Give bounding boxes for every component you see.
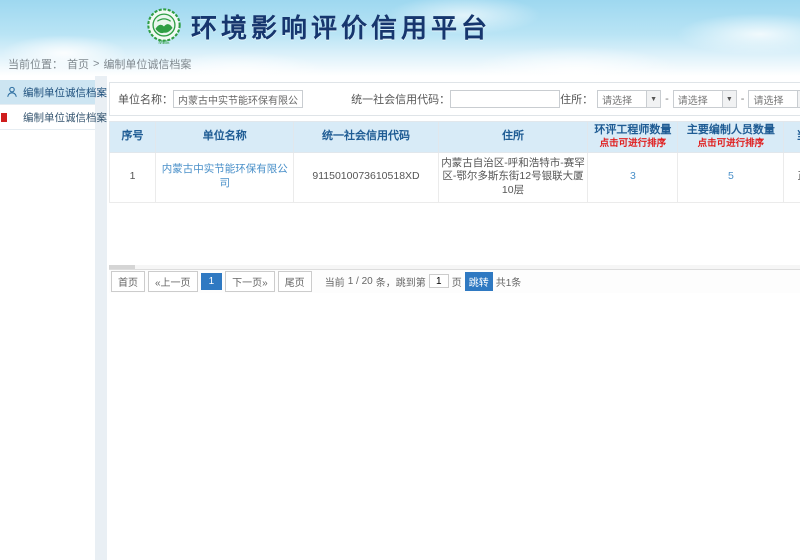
jump-button[interactable]: 跳转	[465, 272, 493, 291]
person-icon	[6, 86, 18, 98]
sidebar-item-label: 编制单位诚信档案	[23, 85, 107, 100]
residence-label: 住所：	[560, 91, 593, 107]
breadcrumb-prefix: 当前位置：	[8, 56, 63, 72]
sidebar-item-unit-credit-archive[interactable]: 编制单位诚信档案	[0, 105, 95, 130]
results-table: 序号 单位名称 统一社会信用代码 住所 环评工程师数量 点击可进行排序 主要编制…	[109, 121, 800, 203]
engineer-count-link[interactable]: 3	[630, 170, 636, 182]
red-bookmark-icon	[1, 113, 7, 122]
table-header-row: 序号 单位名称 统一社会信用代码 住所 环评工程师数量 点击可进行排序 主要编制…	[110, 122, 800, 153]
current-page-button[interactable]: 1	[201, 273, 223, 290]
pagination-total: 共1条	[496, 274, 522, 289]
cell-status: 正常公开	[784, 152, 800, 202]
table-row: 1 内蒙古中实节能环保有限公司 9115010073610518XD 内蒙古自治…	[110, 152, 800, 202]
cell-index: 1	[110, 152, 156, 202]
credit-code-label: 统一社会信用代码：	[351, 91, 450, 107]
breadcrumb-home-link[interactable]: 首页	[67, 56, 89, 72]
col-header-engineer-count-sortable[interactable]: 环评工程师数量 点击可进行排序	[588, 122, 678, 153]
pagination-current-label: 当前	[325, 274, 345, 289]
chevron-down-icon: ▼	[646, 91, 660, 107]
page-title: 环境影响评价信用平台	[191, 8, 491, 45]
district-select[interactable]: 请选择 ▼	[748, 90, 800, 108]
unit-name-label: 单位名称：	[118, 91, 173, 107]
first-page-button[interactable]: 首页	[111, 271, 145, 292]
sort-hint: 点击可进行排序	[589, 138, 676, 150]
sidebar: 编制单位诚信档案 编制单位诚信档案	[0, 76, 95, 560]
breadcrumb-current: 编制单位诚信档案	[103, 56, 191, 72]
scrollbar-thumb[interactable]	[109, 265, 135, 269]
jump-page-input[interactable]	[429, 274, 449, 288]
sort-hint: 点击可进行排序	[679, 138, 782, 150]
sidebar-divider	[95, 76, 107, 560]
svg-text:MEE: MEE	[158, 40, 170, 45]
cell-address: 内蒙古自治区-呼和浩特市-赛罕区-鄂尔多斯东街12号银联大厦10层	[438, 152, 588, 202]
city-select[interactable]: 请选择 ▼	[673, 90, 737, 108]
breadcrumb: 当前位置： 首页 > 编制单位诚信档案	[8, 56, 191, 72]
next-page-button[interactable]: 下一页»	[225, 271, 275, 292]
staff-count-link[interactable]: 5	[728, 170, 734, 182]
last-page-button[interactable]: 尾页	[278, 271, 312, 292]
cell-credit-code: 9115010073610518XD	[294, 152, 438, 202]
select-separator: -	[741, 93, 745, 105]
col-header-index: 序号	[110, 122, 156, 153]
province-select[interactable]: 请选择 ▼	[597, 90, 661, 108]
col-header-address: 住所	[438, 122, 588, 153]
horizontal-scrollbar[interactable]	[109, 265, 800, 269]
residence-filter-group: 住所： 请选择 ▼ - 请选择 ▼ - 请选择 ▼	[560, 90, 800, 108]
breadcrumb-separator: >	[93, 58, 99, 70]
pagination-page-word: 页	[452, 274, 462, 289]
pagination-bar: 首页 «上一页 1 下一页» 尾页 当前 1 / 20 条，跳到第 页 跳转 共…	[109, 269, 800, 293]
pagination-after-fraction: 条，跳到第	[376, 274, 426, 289]
pagination-fraction: 1 / 20	[348, 276, 373, 287]
filter-bar: 单位名称： 统一社会信用代码： 住所： 请选择 ▼ - 请选择 ▼ - 请选择	[109, 82, 800, 116]
top-banner: MEE 环境影响评价信用平台 当前位置： 首页 > 编制单位诚信档案	[0, 0, 800, 76]
unit-name-link[interactable]: 内蒙古中实节能环保有限公司	[162, 163, 288, 189]
col-header-unit-name: 单位名称	[156, 122, 294, 153]
table-empty-space	[109, 203, 800, 265]
col-header-credit-code: 统一社会信用代码	[294, 122, 438, 153]
credit-code-input[interactable]	[450, 90, 560, 108]
pagination-info: 当前 1 / 20 条，跳到第 页 跳转 共1条	[325, 272, 522, 291]
sidebar-item-unit-credit-archive-active[interactable]: 编制单位诚信档案	[0, 80, 95, 105]
prev-page-button[interactable]: «上一页	[148, 271, 198, 292]
col-header-staff-count-sortable[interactable]: 主要编制人员数量 点击可进行排序	[678, 122, 784, 153]
select-separator: -	[665, 93, 669, 105]
sidebar-item-label: 编制单位诚信档案	[23, 110, 107, 125]
unit-name-input[interactable]	[173, 90, 303, 108]
chevron-down-icon: ▼	[722, 91, 736, 107]
main-content: 单位名称： 统一社会信用代码： 住所： 请选择 ▼ - 请选择 ▼ - 请选择	[107, 76, 800, 560]
mee-logo-icon: MEE	[145, 7, 183, 45]
col-header-status: 当前状态	[784, 122, 800, 153]
